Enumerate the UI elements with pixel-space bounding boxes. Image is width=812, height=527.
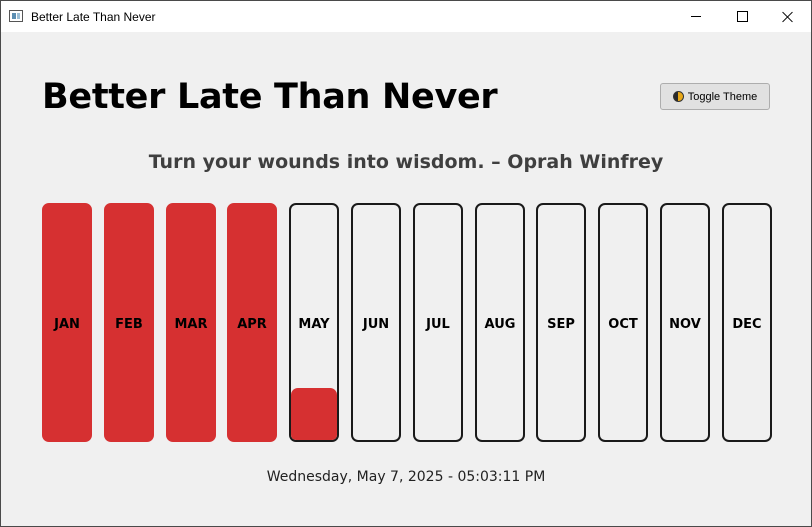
- page-title: Better Late Than Never: [42, 77, 498, 117]
- datetime-text: Wednesday, May 7, 2025 - 05:03:11 PM: [266, 469, 546, 485]
- close-button[interactable]: [765, 1, 811, 32]
- title-bar[interactable]: Better Late Than Never: [1, 1, 811, 32]
- minimize-button[interactable]: [673, 1, 719, 32]
- month-bar-dec: DEC: [722, 203, 772, 442]
- month-label: DEC: [732, 317, 762, 332]
- minimize-icon: [691, 16, 701, 17]
- month-label: MAR: [174, 317, 208, 332]
- month-bar-may: MAY: [289, 203, 339, 442]
- close-icon: [782, 11, 794, 23]
- app-icon: [9, 10, 23, 22]
- maximize-button[interactable]: [719, 1, 765, 32]
- month-bar-jul: JUL: [413, 203, 463, 442]
- month-label: FEB: [115, 317, 143, 332]
- month-label: AUG: [484, 317, 516, 332]
- toggle-theme-label: Toggle Theme: [687, 90, 758, 103]
- theme-toggle-icon: [672, 91, 684, 102]
- month-bar-apr: APR: [227, 203, 277, 442]
- month-label: JAN: [54, 317, 80, 332]
- maximize-icon: [736, 11, 748, 22]
- month-label: APR: [237, 317, 267, 332]
- month-label: MAY: [298, 317, 330, 332]
- toggle-theme-button[interactable]: Toggle Theme: [660, 83, 770, 110]
- month-bar-sep: SEP: [536, 203, 586, 442]
- month-label: JUL: [426, 317, 450, 332]
- window-title: Better Late Than Never: [31, 10, 156, 24]
- month-label: SEP: [547, 317, 575, 332]
- month-label: JUN: [362, 317, 390, 332]
- month-progress-row: JAN FEB MAR APR MAY JUN JUL AUG SEP OCT NOV DEC: [42, 203, 772, 442]
- month-bar-jun: JUN: [351, 203, 401, 442]
- month-bar-nov: NOV: [660, 203, 710, 442]
- month-bar-aug: AUG: [475, 203, 525, 442]
- quote-text: Turn your wounds into wisdom. – Oprah Wi…: [148, 151, 664, 173]
- month-bar-jan: JAN: [42, 203, 92, 442]
- month-label: OCT: [608, 317, 638, 332]
- month-bar-oct: OCT: [598, 203, 648, 442]
- month-bar-feb: FEB: [104, 203, 154, 442]
- app-window: Better Late Than Never Better Late Than …: [0, 0, 812, 527]
- month-label: NOV: [669, 317, 701, 332]
- month-bar-mar: MAR: [166, 203, 216, 442]
- month-progress-fill: [291, 388, 337, 440]
